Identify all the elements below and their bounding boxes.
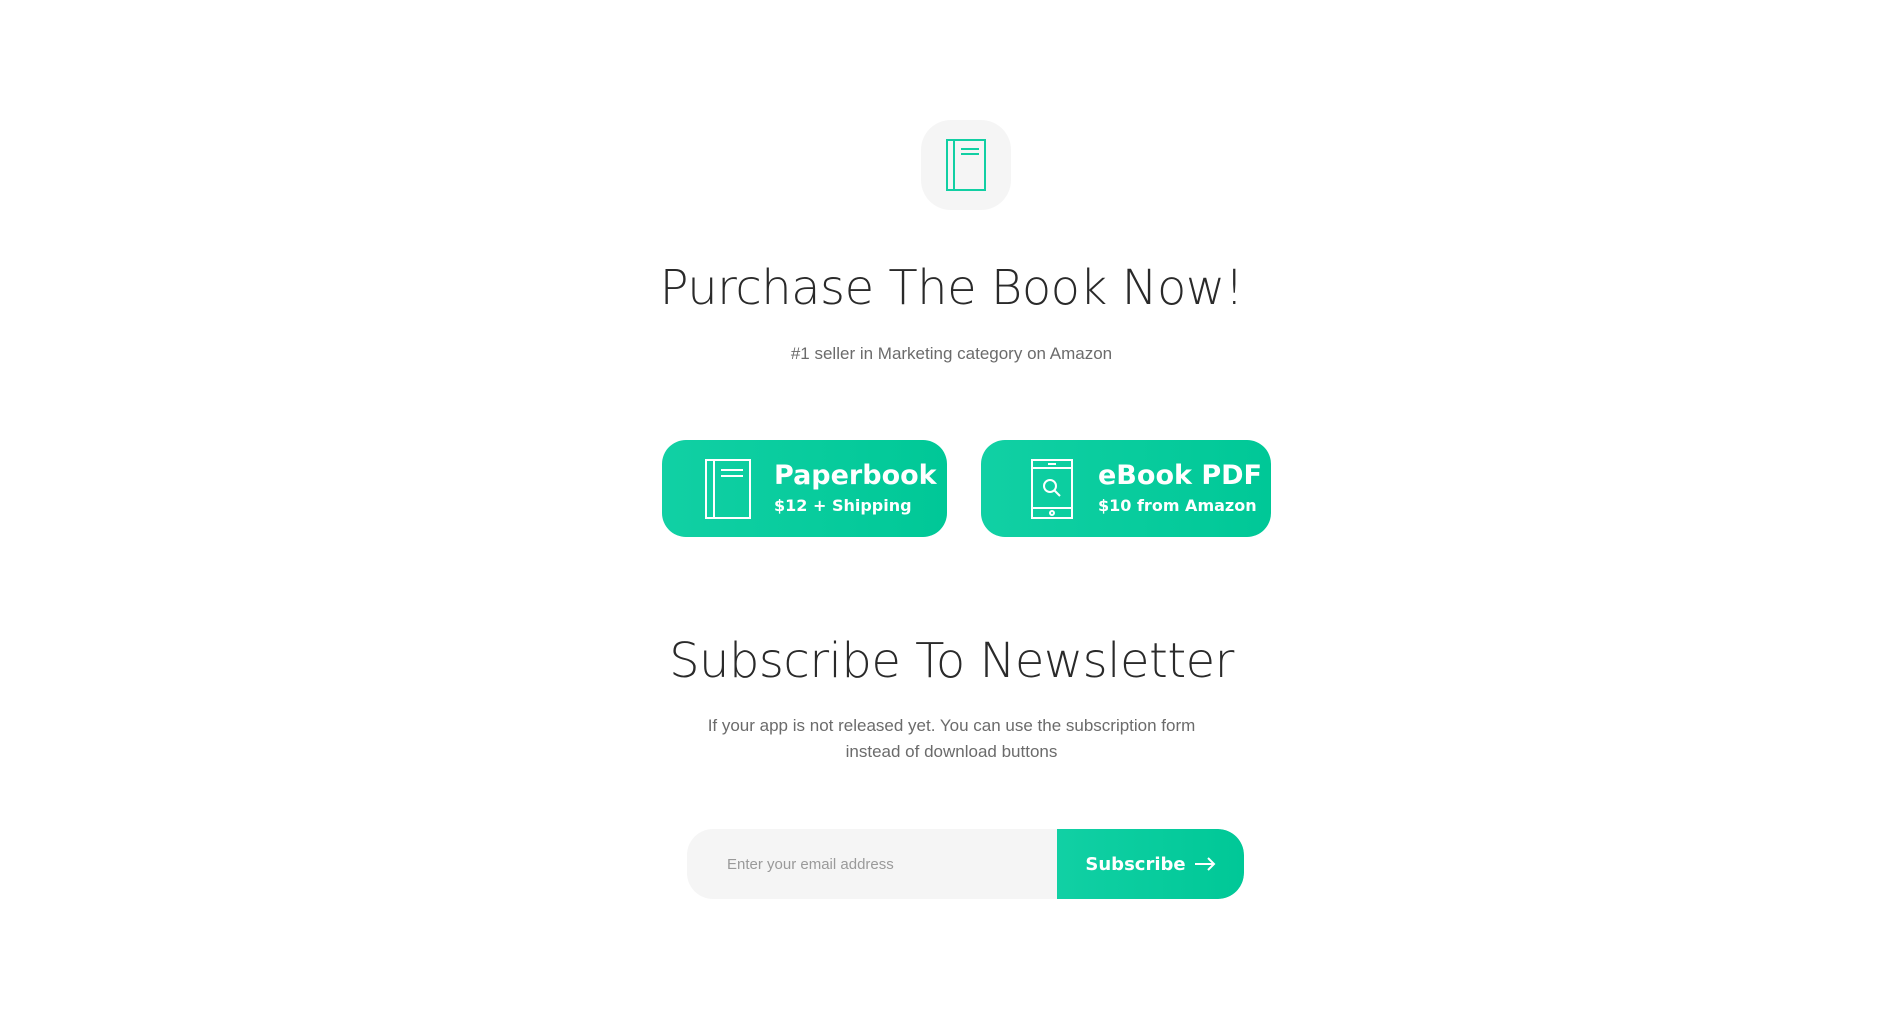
paperbook-text: Paperbook $12 + Shipping (774, 459, 937, 519)
page: Purchase The Book Now! #1 seller in Mark… (0, 0, 1903, 1018)
purchase-title: Purchase The Book Now! (659, 260, 1244, 316)
ebook-pdf-button[interactable]: eBook PDF $10 from Amazon (981, 440, 1271, 537)
paperbook-price: $12 + Shipping (774, 495, 912, 515)
ebook-label: eBook PDF (1098, 459, 1262, 491)
ebook-price: $10 from Amazon (1098, 495, 1257, 515)
paperbook-label: Paperbook (774, 459, 937, 491)
paperbook-button[interactable]: Paperbook $12 + Shipping (662, 440, 947, 537)
newsletter-title: Subscribe To Newsletter (669, 633, 1234, 689)
subscribe-button-label: Subscribe (1085, 853, 1186, 875)
newsletter-description-line1: If your app is not released yet. You can… (707, 716, 1196, 735)
book-icon (705, 458, 751, 519)
newsletter-description-line2: instead of download buttons (845, 742, 1058, 761)
subscribe-form: Subscribe (687, 829, 1244, 899)
book-icon (946, 139, 986, 191)
arrow-right-icon (1194, 857, 1216, 871)
purchase-subtitle: #1 seller in Marketing category on Amazo… (790, 344, 1113, 363)
ebook-icon-wrap (1028, 458, 1076, 520)
book-badge (921, 120, 1011, 210)
subscribe-button[interactable]: Subscribe (1057, 829, 1244, 899)
tablet-search-icon (1031, 458, 1073, 519)
ebook-text: eBook PDF $10 from Amazon (1098, 459, 1262, 519)
paperbook-icon-wrap (704, 458, 752, 520)
email-input[interactable] (687, 829, 1057, 899)
